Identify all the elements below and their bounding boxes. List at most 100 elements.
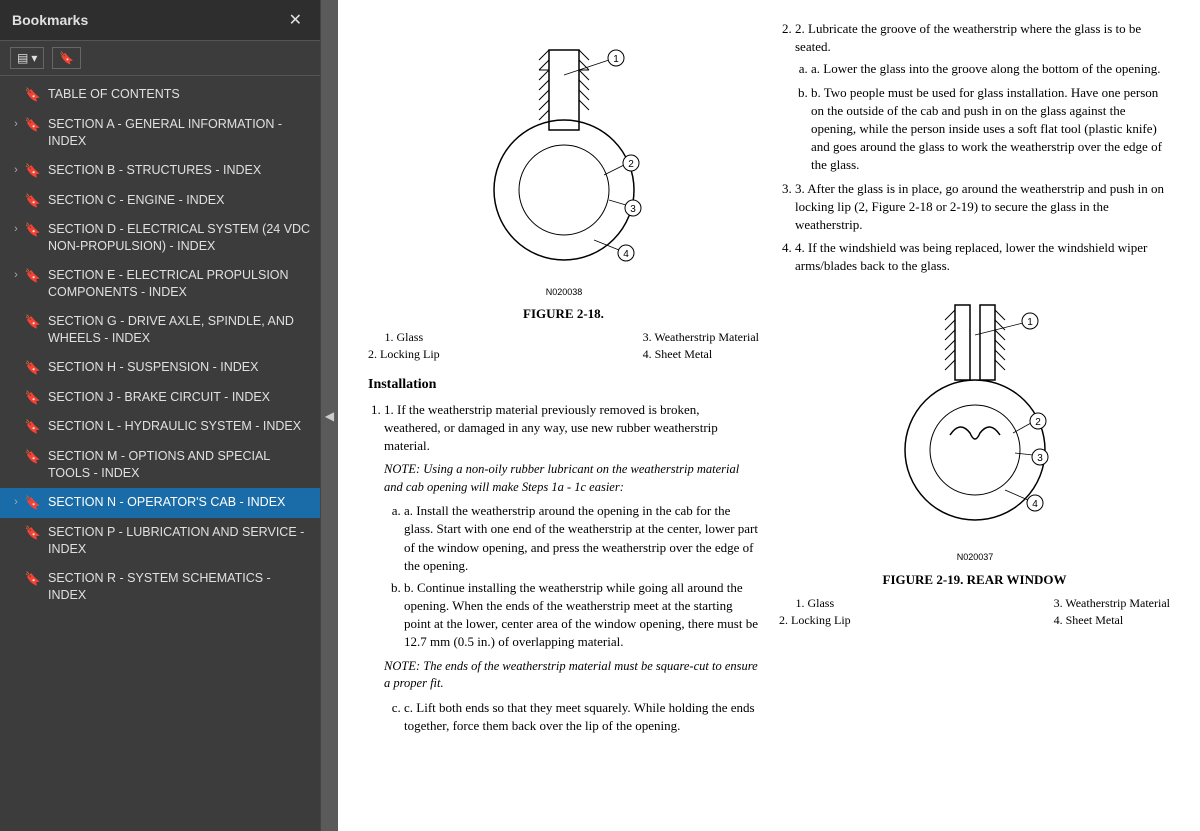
bookmark-icon-toc: 🔖 (24, 87, 42, 104)
bookmark-item-sec-d[interactable]: ›🔖SECTION D - ELECTRICAL SYSTEM (24 VDC … (0, 215, 320, 261)
bookmark-search-button[interactable]: 🔖 (52, 47, 81, 69)
doc-left-column: 1 2 3 4 N020038 (368, 20, 759, 741)
sidebar-header: Bookmarks ✕ (0, 0, 320, 41)
bookmark-list: 🔖 TABLE OF CONTENTS ›🔖SECTION A - GENERAL … (0, 76, 320, 831)
fig19-label3: 3. Weatherstrip Material (1054, 595, 1170, 612)
bookmark-item-sec-n[interactable]: ›🔖 SECTION N - OPERATOR'S CAB - INDEX (0, 488, 320, 518)
bookmark-item-sec-a[interactable]: ›🔖SECTION A - GENERAL INFORMATION - INDE… (0, 110, 320, 156)
sidebar-toolbar: ▤ ▾ 🔖 (0, 41, 320, 76)
main-document-area: 1 2 3 4 N020038 (338, 0, 1200, 831)
installation-list: 1. If the weatherstrip material previous… (368, 401, 759, 735)
bookmark-label-sec-h: SECTION H - SUSPENSION - INDEX (48, 359, 258, 376)
install-item-1b: b. Continue installing the weatherstrip … (404, 579, 759, 652)
doc-right-column: 2. Lubricate the groove of the weatherst… (779, 20, 1170, 741)
figure-2-18-diagram: 1 2 3 4 N020038 (464, 20, 664, 300)
bookmark-label-sec-n: SECTION N - OPERATOR'S CAB - INDEX (48, 494, 285, 511)
figure-2-19-area: 1 2 3 4 N020037 (779, 285, 1170, 628)
bookmark-arrow-sec-h (8, 359, 24, 360)
bookmark-label-sec-c: SECTION C - ENGINE - INDEX (48, 192, 224, 209)
install-sub-list-2: c. Lift both ends so that they meet squa… (384, 699, 759, 735)
svg-text:1: 1 (1027, 317, 1033, 328)
bookmark-item-sec-g[interactable]: 🔖SECTION G - DRIVE AXLE, SPINDLE, AND WH… (0, 307, 320, 353)
sidebar-collapse-handle[interactable]: ◀ (320, 0, 338, 831)
bookmark-item-sec-b[interactable]: ›🔖 SECTION B - STRUCTURES - INDEX (0, 156, 320, 186)
bookmark-icon-sec-b: 🔖 (24, 163, 42, 180)
right-instruction-list: 2. Lubricate the groove of the weatherst… (779, 20, 1170, 275)
bookmark-arrow-sec-c (8, 192, 24, 193)
sidebar-title: Bookmarks (12, 12, 88, 28)
bookmark-search-icon: 🔖 (59, 51, 74, 65)
list-icon: ▤ (17, 51, 28, 65)
fig19-label1: 1. Glass (779, 595, 851, 612)
svg-text:1: 1 (613, 54, 619, 65)
bookmark-arrow-sec-j (8, 389, 24, 390)
right-item-3: 3. After the glass is in place, go aroun… (795, 180, 1170, 235)
bookmark-item-toc[interactable]: 🔖 TABLE OF CONTENTS (0, 80, 320, 110)
close-button[interactable]: ✕ (283, 8, 308, 32)
bookmark-icon-sec-r: 🔖 (24, 571, 42, 588)
bookmark-icon-sec-c: 🔖 (24, 193, 42, 210)
bookmark-arrow-sec-l (8, 418, 24, 419)
svg-text:3: 3 (1037, 453, 1043, 464)
install-note-2: NOTE: The ends of the weatherstrip mater… (384, 658, 759, 693)
right-sub-list: a. Lower the glass into the groove along… (795, 60, 1170, 174)
bookmark-arrow-sec-r (8, 570, 24, 571)
installation-title: Installation (368, 375, 759, 395)
right-item-2: 2. Lubricate the groove of the weatherst… (795, 20, 1170, 175)
dropdown-icon: ▾ (31, 51, 37, 65)
bookmark-item-sec-h[interactable]: 🔖 SECTION H - SUSPENSION - INDEX (0, 353, 320, 383)
bookmark-item-sec-e[interactable]: ›🔖SECTION E - ELECTRICAL PROPULSION COMP… (0, 261, 320, 307)
bookmark-arrow-sec-a: › (8, 116, 24, 131)
figure-2-19-diagram: 1 2 3 4 N020037 (875, 285, 1075, 565)
right-item-2a: a. Lower the glass into the groove along… (811, 60, 1170, 78)
fig19-label2: 2. Locking Lip (779, 612, 851, 629)
install-item-1a: a. Install the weatherstrip around the o… (404, 502, 759, 575)
right-item-2b: b. Two people must be used for glass ins… (811, 84, 1170, 175)
document-page[interactable]: 1 2 3 4 N020038 (338, 0, 1200, 831)
bookmark-icon-sec-d: 🔖 (24, 222, 42, 239)
bookmark-arrow-sec-n: › (8, 494, 24, 509)
bookmark-arrow-sec-p (8, 524, 24, 525)
bookmark-icon-sec-m: 🔖 (24, 449, 42, 466)
bookmark-item-sec-m[interactable]: 🔖 SECTION M - OPTIONS AND SPECIAL TOOLS -… (0, 442, 320, 488)
fig18-label3: 3. Weatherstrip Material (643, 329, 759, 346)
bookmark-label-sec-e: SECTION E - ELECTRICAL PROPULSION COMPON… (48, 267, 312, 301)
sidebar: Bookmarks ✕ ▤ ▾ 🔖 🔖TABLE OF CONTENTS›🔖SE… (0, 0, 320, 831)
bookmark-arrow-toc (8, 86, 24, 87)
bookmark-item-sec-p[interactable]: 🔖 SECTION P - LUBRICATION AND SERVICE - I… (0, 518, 320, 564)
svg-text:N020038: N020038 (545, 287, 582, 297)
bookmark-arrow-sec-m (8, 448, 24, 449)
bookmark-arrow-sec-d: › (8, 221, 24, 236)
bookmark-icon-sec-e: 🔖 (24, 268, 42, 285)
bookmark-item-sec-l[interactable]: 🔖SECTION L - HYDRAULIC SYSTEM - INDEX (0, 412, 320, 442)
figure-2-19-labels: 1. Glass 2. Locking Lip 3. Weatherstrip … (779, 595, 1170, 629)
view-options-button[interactable]: ▤ ▾ (10, 47, 44, 69)
bookmark-label-toc: TABLE OF CONTENTS (48, 86, 180, 103)
figure-2-18-area: 1 2 3 4 N020038 (368, 20, 759, 363)
bookmark-arrow-sec-b: › (8, 162, 24, 177)
right-instructions: 2. Lubricate the groove of the weatherst… (779, 20, 1170, 275)
svg-text:2: 2 (628, 159, 634, 170)
fig19-label4: 4. Sheet Metal (1054, 612, 1170, 629)
fig18-label4: 4. Sheet Metal (643, 346, 759, 363)
bookmark-arrow-sec-g (8, 313, 24, 314)
bookmark-label-sec-p: SECTION P - LUBRICATION AND SERVICE - IN… (48, 524, 312, 558)
installation-section: Installation 1. If the weatherstrip mate… (368, 375, 759, 735)
bookmark-icon-sec-j: 🔖 (24, 390, 42, 407)
install-sub-list: a. Install the weatherstrip around the o… (384, 502, 759, 652)
bookmark-label-sec-l: SECTION L - HYDRAULIC SYSTEM - INDEX (48, 418, 301, 435)
svg-text:3: 3 (630, 204, 636, 215)
fig18-label2: 2. Locking Lip (368, 346, 440, 363)
figure-2-19-caption: FIGURE 2-19. REAR WINDOW (779, 571, 1170, 589)
bookmark-item-sec-j[interactable]: 🔖SECTION J - BRAKE CIRCUIT - INDEX (0, 383, 320, 413)
svg-text:4: 4 (1032, 499, 1038, 510)
bookmark-icon-sec-n: 🔖 (24, 495, 42, 512)
bookmark-label-sec-m: SECTION M - OPTIONS AND SPECIAL TOOLS - … (48, 448, 312, 482)
bookmark-icon-sec-h: 🔖 (24, 360, 42, 377)
bookmark-icon-sec-p: 🔖 (24, 525, 42, 542)
bookmark-item-sec-r[interactable]: 🔖SECTION R - SYSTEM SCHEMATICS - INDEX (0, 564, 320, 610)
svg-text:2: 2 (1035, 417, 1041, 428)
bookmark-item-sec-c[interactable]: 🔖 SECTION C - ENGINE - INDEX (0, 186, 320, 216)
bookmark-label-sec-b: SECTION B - STRUCTURES - INDEX (48, 162, 261, 179)
bookmark-label-sec-g: SECTION G - DRIVE AXLE, SPINDLE, AND WHE… (48, 313, 312, 347)
